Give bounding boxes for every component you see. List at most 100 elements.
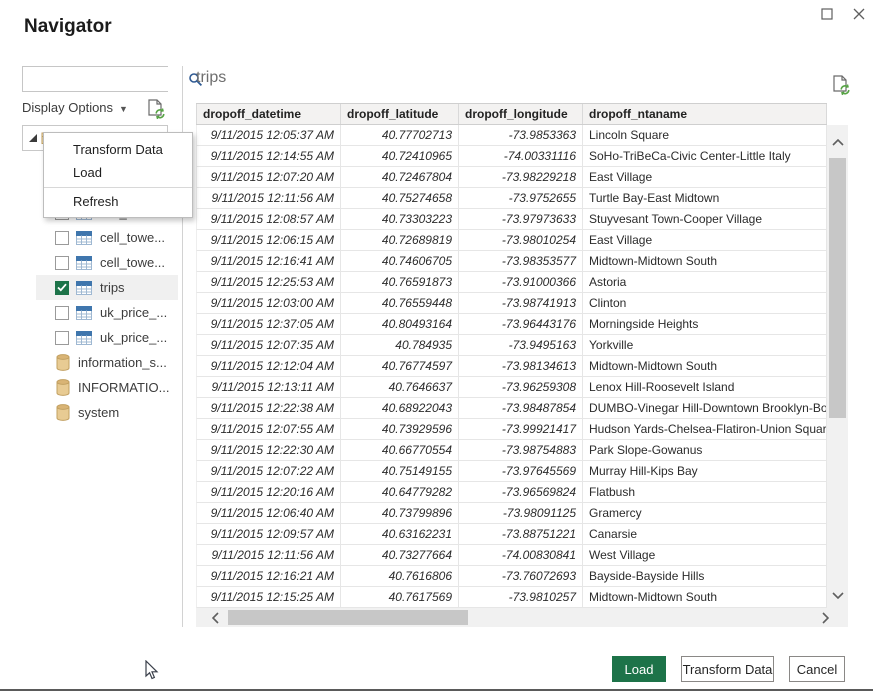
vertical-scrollbar[interactable] [827,125,848,608]
table-row: 9/11/2015 12:12:04 AM40.76774597-73.9813… [196,356,827,377]
table-cell: Midtown-Midtown South [583,587,827,608]
table-cell: -73.97973633 [459,209,583,230]
table-cell: 40.73303223 [341,209,459,230]
scroll-left-icon[interactable] [206,608,224,627]
vertical-scroll-thumb[interactable] [829,158,846,418]
table-cell: 9/11/2015 12:07:55 AM [196,419,341,440]
tree-item-trips[interactable]: trips [36,275,178,300]
cancel-button[interactable]: Cancel [789,656,845,682]
table-cell: Midtown-Midtown South [583,251,827,272]
table-cell: 9/11/2015 12:13:11 AM [196,377,341,398]
table-cell: 40.72410965 [341,146,459,167]
table-row: 9/11/2015 12:16:21 AM40.7616806-73.76072… [196,566,827,587]
search-box[interactable] [22,66,168,92]
close-button[interactable] [850,5,868,23]
display-options-dropdown[interactable]: Display Options ▼ [22,100,128,115]
tree-item-label: trips [100,280,125,295]
close-icon [853,8,865,20]
table-cell: 40.74606705 [341,251,459,272]
table-cell: Astoria [583,272,827,293]
table-cell: 40.63162231 [341,524,459,545]
tree-item-informatio[interactable]: INFORMATIO... [22,375,178,400]
table-cell: 40.76774597 [341,356,459,377]
horizontal-scrollbar[interactable] [196,608,848,627]
table-cell: -73.98353577 [459,251,583,272]
collapsed-triangle-icon[interactable] [42,408,48,418]
load-button[interactable]: Load [612,656,666,682]
table-cell: 9/11/2015 12:22:30 AM [196,440,341,461]
table-cell: East Village [583,230,827,251]
tree-item-uk-price[interactable]: uk_price_... [22,300,178,325]
checkbox[interactable] [55,331,69,345]
chevron-down-icon: ▼ [119,104,128,114]
table-cell: -73.91000366 [459,272,583,293]
table-cell: 9/11/2015 12:07:35 AM [196,335,341,356]
horizontal-scroll-thumb[interactable] [228,610,468,625]
table-cell: -73.96443176 [459,314,583,335]
table-cell: 40.72689819 [341,230,459,251]
scroll-down-icon[interactable] [827,586,848,604]
table-cell: 40.784935 [341,335,459,356]
table-cell: 40.68922043 [341,398,459,419]
table-row: 9/11/2015 12:07:35 AM40.784935-73.949516… [196,335,827,356]
refresh-preview-icon[interactable] [146,98,166,120]
tree-item-information-s[interactable]: information_s... [22,350,178,375]
table-cell: -73.98754883 [459,440,583,461]
table-cell: 40.73929596 [341,419,459,440]
database-icon [56,404,70,421]
refresh-table-icon[interactable] [831,74,851,96]
scroll-right-icon[interactable] [816,608,834,627]
table-icon [76,281,92,295]
table-cell: 9/11/2015 12:08:57 AM [196,209,341,230]
table-row: 9/11/2015 12:07:22 AM40.75149155-73.9764… [196,461,827,482]
tree-item-uk-price[interactable]: uk_price_... [22,325,178,350]
table-row: 9/11/2015 12:37:05 AM40.80493164-73.9644… [196,314,827,335]
column-header-dropoff_ntaname[interactable]: dropoff_ntaname [583,104,827,124]
tree-item-label: uk_price_... [100,330,167,345]
table-cell: Hudson Yards-Chelsea-Flatiron-Union Squa… [583,419,827,440]
table-cell: -73.9752655 [459,188,583,209]
checkbox[interactable] [55,231,69,245]
table-icon [76,256,92,270]
table-row: 9/11/2015 12:07:55 AM40.73929596-73.9992… [196,419,827,440]
table-row: 9/11/2015 12:22:38 AM40.68922043-73.9848… [196,398,827,419]
maximize-button[interactable] [818,5,836,23]
table-cell: Murray Hill-Kips Bay [583,461,827,482]
column-header-dropoff_latitude[interactable]: dropoff_latitude [341,104,459,124]
mouse-cursor [145,660,161,687]
table-row: 9/11/2015 12:08:57 AM40.73303223-73.9797… [196,209,827,230]
table-cell: 9/11/2015 12:11:56 AM [196,545,341,566]
table-row: 9/11/2015 12:11:56 AM40.73277664-74.0083… [196,545,827,566]
transform-data-button[interactable]: Transform Data [681,656,774,682]
column-header-dropoff_datetime[interactable]: dropoff_datetime [196,104,341,124]
menu-item-load[interactable]: Load [44,161,192,184]
checkbox[interactable] [55,256,69,270]
checkbox[interactable] [55,281,69,295]
checkbox[interactable] [55,306,69,320]
tree-item-system[interactable]: system [22,400,178,425]
menu-item-refresh[interactable]: Refresh [44,190,192,213]
collapsed-triangle-icon[interactable] [42,383,48,393]
collapsed-triangle-icon[interactable] [42,358,48,368]
table-row: 9/11/2015 12:09:57 AM40.63162231-73.8875… [196,524,827,545]
table-cell: Bayside-Bayside Hills [583,566,827,587]
expanded-triangle-icon[interactable] [29,134,37,142]
menu-item-transform-data[interactable]: Transform Data [44,138,192,161]
tree-item-cell-towe[interactable]: cell_towe... [22,250,178,275]
table-cell: Clinton [583,293,827,314]
scroll-up-icon[interactable] [827,133,848,151]
tree-item-cell-towe[interactable]: cell_towe... [22,225,178,250]
table-cell: 40.75274658 [341,188,459,209]
table-cell: 40.72467804 [341,167,459,188]
table-cell: -73.96259308 [459,377,583,398]
table-cell: 9/11/2015 12:12:04 AM [196,356,341,377]
table-cell: 9/11/2015 12:03:00 AM [196,293,341,314]
table-cell: 9/11/2015 12:07:20 AM [196,167,341,188]
search-input[interactable] [23,67,188,91]
table-cell: 9/11/2015 12:16:41 AM [196,251,341,272]
column-header-dropoff_longitude[interactable]: dropoff_longitude [459,104,583,124]
table-cell: 40.80493164 [341,314,459,335]
table-row: 9/11/2015 12:11:56 AM40.75274658-73.9752… [196,188,827,209]
table-cell: -73.96569824 [459,482,583,503]
table-cell: -73.98229218 [459,167,583,188]
